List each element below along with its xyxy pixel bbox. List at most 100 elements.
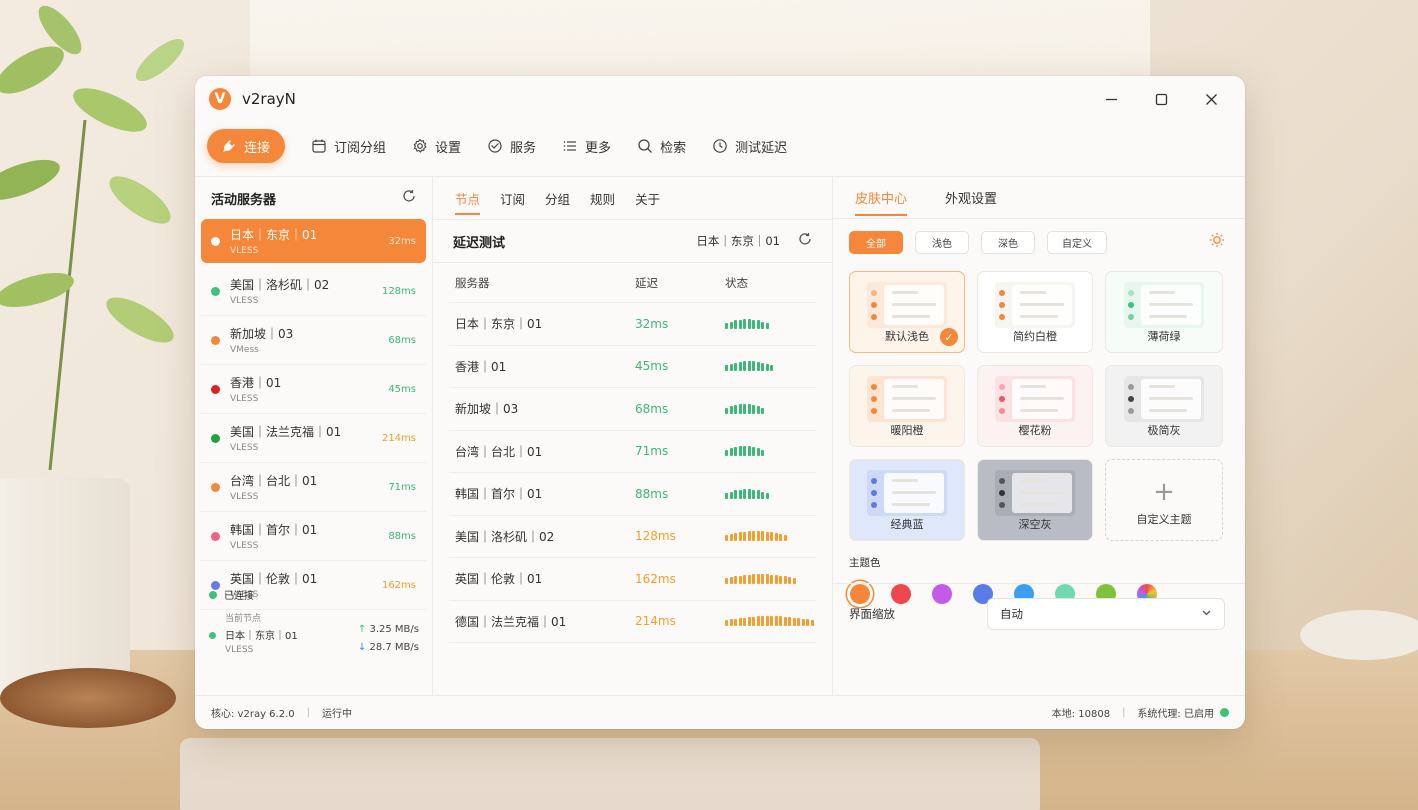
latency-row[interactable]: 新加坡｜03 68ms [449, 388, 816, 431]
ui-scale-value: 自动 [1000, 606, 1023, 621]
server-list: 日本｜东京｜01 VLESS 32ms 美国｜洛杉矶｜02 VLESS 128m… [195, 219, 432, 610]
filter-custom[interactable]: 自定义 [1047, 230, 1107, 254]
signal-bar [783, 617, 787, 627]
server-list-item[interactable]: 韩国｜首尔｜01 VLESS 88ms [201, 512, 426, 561]
add-custom-theme-button[interactable]: + 自定义主题 [1105, 459, 1223, 541]
signal-bar [734, 489, 737, 499]
tab-skin-center[interactable]: 皮肤中心 [855, 188, 908, 216]
tab-appearance-settings[interactable]: 外观设置 [945, 188, 997, 207]
minimize-icon [1105, 98, 1117, 100]
theme-card[interactable]: 简约白橙 [977, 271, 1093, 353]
theme-name: 暖阳橙 [890, 424, 924, 437]
tab-subscriptions[interactable]: 订阅 [500, 189, 525, 208]
refresh-icon [403, 190, 415, 202]
signal-bar [792, 618, 796, 627]
signal-bar [734, 619, 737, 627]
signal-bar [770, 365, 773, 372]
toolbar-subscription-groups[interactable]: 订阅分组 [311, 137, 386, 156]
server-name: 日本｜东京｜01 [230, 228, 318, 242]
signal-bar [797, 618, 800, 627]
connect-button[interactable]: 连接 [207, 129, 285, 163]
latency-row[interactable]: 日本｜东京｜01 32ms [449, 303, 816, 346]
signal-bar [761, 491, 764, 499]
server-list-item[interactable]: 香港｜01 VLESS 45ms [201, 365, 426, 414]
theme-name: 简约白橙 [1013, 330, 1057, 343]
latency-row[interactable]: 美国｜洛杉矶｜02 128ms [449, 516, 816, 558]
background-cup [0, 478, 130, 698]
theme-preview [867, 282, 947, 328]
service-icon [488, 139, 502, 153]
theme-card[interactable]: 极简灰 [1105, 365, 1223, 447]
filter-light[interactable]: 浅色 [915, 230, 969, 254]
theme-card[interactable]: 经典蓝 [849, 459, 965, 541]
signal-bar [761, 616, 764, 627]
filter-dark[interactable]: 深色 [981, 230, 1035, 254]
app-title: v2rayN [242, 90, 296, 108]
tab-groups[interactable]: 分组 [545, 189, 570, 208]
toolbar-test-latency[interactable]: 测试延迟 [712, 137, 787, 156]
signal-bar [779, 534, 782, 542]
tab-nodes[interactable]: 节点 [455, 189, 481, 215]
refresh-latency-button[interactable] [798, 232, 812, 250]
server-name: 台湾｜台北｜01 [230, 474, 318, 488]
latency-row[interactable]: 德国｜法兰克福｜01 214ms [449, 601, 816, 643]
latency-server-name: 英国｜伦敦｜01 [455, 572, 543, 587]
sun-icon[interactable] [1209, 232, 1225, 252]
theme-card[interactable]: 樱花粉 [977, 365, 1093, 447]
plus-icon: + [1153, 477, 1175, 507]
ui-scale-select[interactable]: 自动 [987, 597, 1225, 630]
signal-bar [725, 450, 728, 457]
server-list-item[interactable]: 美国｜洛杉矶｜02 VLESS 128ms [201, 267, 426, 316]
toolbar-search[interactable]: 检索 [637, 137, 686, 156]
signal-bar [738, 532, 742, 542]
server-list-item[interactable]: 美国｜法兰克福｜01 VLESS 214ms [201, 414, 426, 463]
title-bar: V v2rayN [195, 76, 1245, 122]
latency-row[interactable]: 英国｜伦敦｜01 162ms [449, 558, 816, 601]
server-name: 美国｜法兰克福｜01 [230, 425, 342, 439]
app-logo-icon: V [209, 88, 231, 110]
refresh-servers-button[interactable] [402, 189, 416, 207]
signal-bar [774, 616, 778, 627]
tab-rules[interactable]: 规则 [590, 189, 615, 208]
signal-bar [747, 318, 751, 329]
signal-bar [743, 318, 746, 329]
signal-bar [779, 616, 782, 627]
toolbar-more[interactable]: 更多 [562, 137, 611, 156]
signal-bar [774, 533, 778, 542]
latency-row[interactable]: 香港｜01 45ms [449, 346, 816, 388]
server-list-item[interactable]: 日本｜东京｜01 VLESS 32ms [201, 219, 426, 263]
theme-card[interactable]: 深空灰 [977, 459, 1093, 541]
latency-row[interactable]: 台湾｜台北｜01 71ms [449, 431, 816, 473]
theme-card[interactable]: 薄荷绿 [1105, 271, 1223, 353]
server-list-item[interactable]: 新加坡｜03 VMess 68ms [201, 316, 426, 365]
theme-card[interactable]: 暖阳橙 [849, 365, 965, 447]
theme-name: 默认浅色 [885, 330, 929, 343]
theme-color-label: 主题色 [849, 557, 881, 569]
maximize-button[interactable] [1151, 89, 1171, 109]
app-window: V v2rayN 连接 订阅分组 设置 服务 更多 检索 测试延迟 活动服务器 … [195, 76, 1245, 729]
signal-bar [752, 319, 755, 329]
toolbar-settings[interactable]: 设置 [412, 137, 461, 156]
signal-bar [725, 620, 728, 627]
signal-bar [774, 574, 778, 584]
signal-bar [725, 365, 728, 372]
close-button[interactable] [1201, 89, 1221, 109]
signal-bar [747, 617, 751, 627]
signal-bar [788, 576, 791, 584]
tab-about[interactable]: 关于 [635, 189, 660, 208]
calendar-icon [312, 139, 326, 153]
latency-row[interactable]: 韩国｜首尔｜01 88ms [449, 473, 816, 516]
latency-value: 162ms [635, 571, 676, 586]
toolbar-services[interactable]: 服务 [487, 137, 536, 156]
download-speed: ↓ 28.7 MB/s [357, 642, 419, 653]
current-node-name: 日本｜东京｜01 [225, 631, 298, 642]
signal-bar [810, 620, 814, 627]
signal-bar [756, 573, 760, 584]
server-list-item[interactable]: 台湾｜台北｜01 VLESS 71ms [201, 463, 426, 512]
current-node-protocol: VLESS [225, 645, 254, 655]
gear-icon [413, 138, 427, 153]
theme-card[interactable]: 默认浅色 ✓ [849, 271, 965, 353]
minimize-button[interactable] [1101, 89, 1121, 109]
filter-all[interactable]: 全部 [849, 230, 903, 254]
server-protocol: VMess [230, 345, 259, 355]
